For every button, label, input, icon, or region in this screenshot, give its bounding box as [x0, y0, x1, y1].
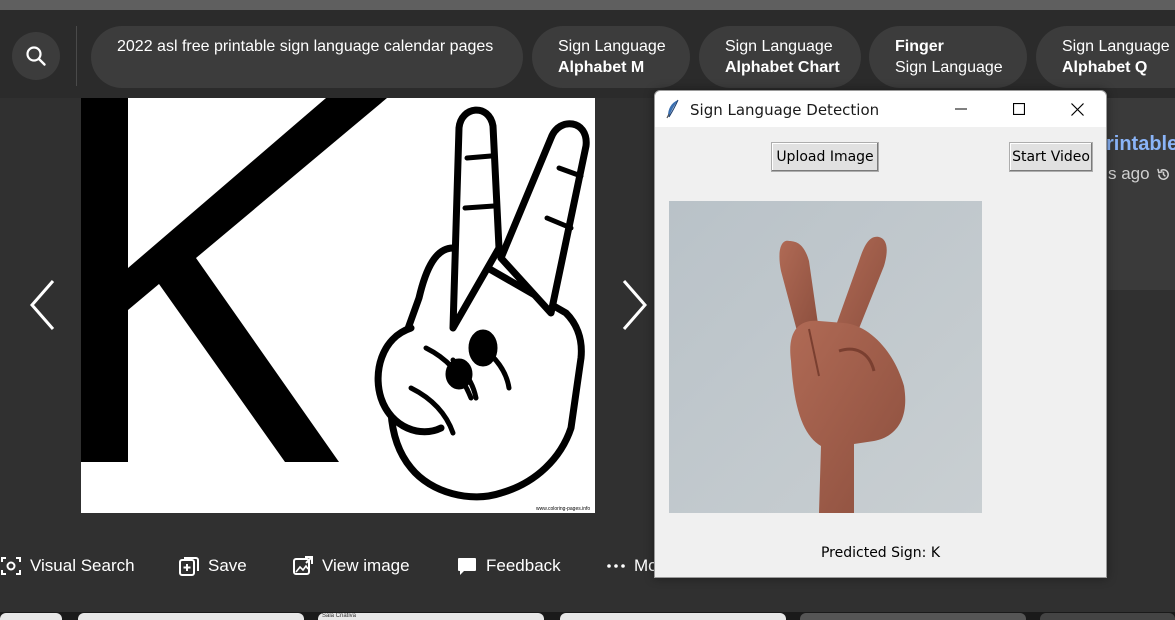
thumbnail-caption: Sala Criativa [322, 613, 357, 619]
chip-label-bold: Finger [895, 38, 944, 55]
top-strip [0, 0, 1175, 10]
upload-image-button[interactable]: Upload Image [771, 142, 879, 172]
thumbnail[interactable] [560, 613, 786, 620]
image-actions-bar: Visual Search Save View image Feedback M… [0, 548, 660, 584]
more-button[interactable]: Mo [606, 548, 658, 584]
chip-label: Sign Language [895, 59, 1003, 76]
chip-alphabet-q[interactable]: Sign Language Alphabet Q [1036, 26, 1175, 88]
chip-finger-sign-language[interactable]: Finger Sign Language [869, 26, 1027, 88]
timestamp-text: s ago [1108, 164, 1150, 183]
maximize-icon [1013, 103, 1025, 115]
result-timestamp: s ago [1108, 164, 1171, 184]
chip-label-bold: Alphabet Q [1062, 59, 1148, 76]
chip-label: Sign Language [1062, 38, 1170, 55]
hand-photo-image [669, 201, 982, 513]
visual-search-button[interactable]: Visual Search [0, 548, 135, 584]
chip-label: Sign Language [558, 38, 666, 55]
visual-search-icon [1, 557, 21, 575]
feedback-button[interactable]: Feedback [456, 548, 561, 584]
close-button[interactable] [1054, 91, 1100, 127]
close-icon [1070, 102, 1084, 116]
minimize-icon [955, 108, 967, 110]
window-title: Sign Language Detection [690, 101, 880, 119]
view-image-label: View image [322, 556, 410, 575]
view-image-icon [293, 556, 313, 575]
chip-asl-calendar[interactable]: 2022 asl free printable sign language ca… [91, 26, 523, 88]
window-titlebar[interactable]: Sign Language Detection [655, 91, 1106, 127]
search-button[interactable] [12, 32, 60, 80]
view-image-button[interactable]: View image [292, 548, 410, 584]
feather-app-icon [666, 99, 679, 119]
chip-alphabet-chart[interactable]: Sign Language Alphabet Chart [699, 26, 861, 88]
thumbnail[interactable]: Sala Criativa [318, 613, 544, 620]
divider [76, 26, 77, 86]
save-button[interactable]: Save [178, 548, 247, 584]
visual-search-label: Visual Search [30, 556, 135, 575]
feedback-label: Feedback [486, 556, 561, 575]
sign-language-detection-window: Sign Language Detection Upload Image Sta… [654, 90, 1107, 578]
add-collection-icon [179, 557, 199, 576]
start-video-button[interactable]: Start Video [1009, 142, 1093, 172]
minimize-button[interactable] [938, 91, 984, 127]
maximize-button[interactable] [996, 91, 1042, 127]
history-icon [1156, 168, 1169, 180]
chip-label-bold: Alphabet M [558, 59, 645, 76]
chip-label: Sign Language [725, 38, 833, 55]
feedback-icon [458, 558, 476, 575]
next-arrow-icon[interactable] [619, 278, 649, 332]
save-label: Save [208, 556, 247, 575]
related-searches-bar: 2022 asl free printable sign language ca… [0, 10, 1175, 98]
result-title-link[interactable]: rintable [1106, 133, 1175, 156]
previous-arrow-icon[interactable] [28, 278, 58, 332]
search-icon [26, 46, 46, 66]
prediction-label: Predicted Sign: K [820, 545, 941, 561]
thumbnail[interactable] [800, 613, 1026, 620]
uploaded-hand-photo [669, 201, 982, 513]
thumbnail[interactable] [1040, 613, 1175, 620]
result-info-panel [1107, 98, 1175, 290]
thumbnail[interactable] [0, 613, 62, 620]
chip-label: 2022 asl free printable sign language ca… [117, 38, 494, 55]
chip-alphabet-m[interactable]: Sign Language Alphabet M [532, 26, 690, 88]
asl-letter-k-illustration: www.coloring-pages.info [81, 98, 590, 512]
preview-image[interactable]: www.coloring-pages.info [81, 98, 595, 513]
thumbnail[interactable] [78, 613, 304, 620]
more-dots-icon [607, 564, 625, 568]
image-watermark: www.coloring-pages.info [536, 506, 590, 512]
chip-label-bold: Alphabet Chart [725, 59, 840, 76]
